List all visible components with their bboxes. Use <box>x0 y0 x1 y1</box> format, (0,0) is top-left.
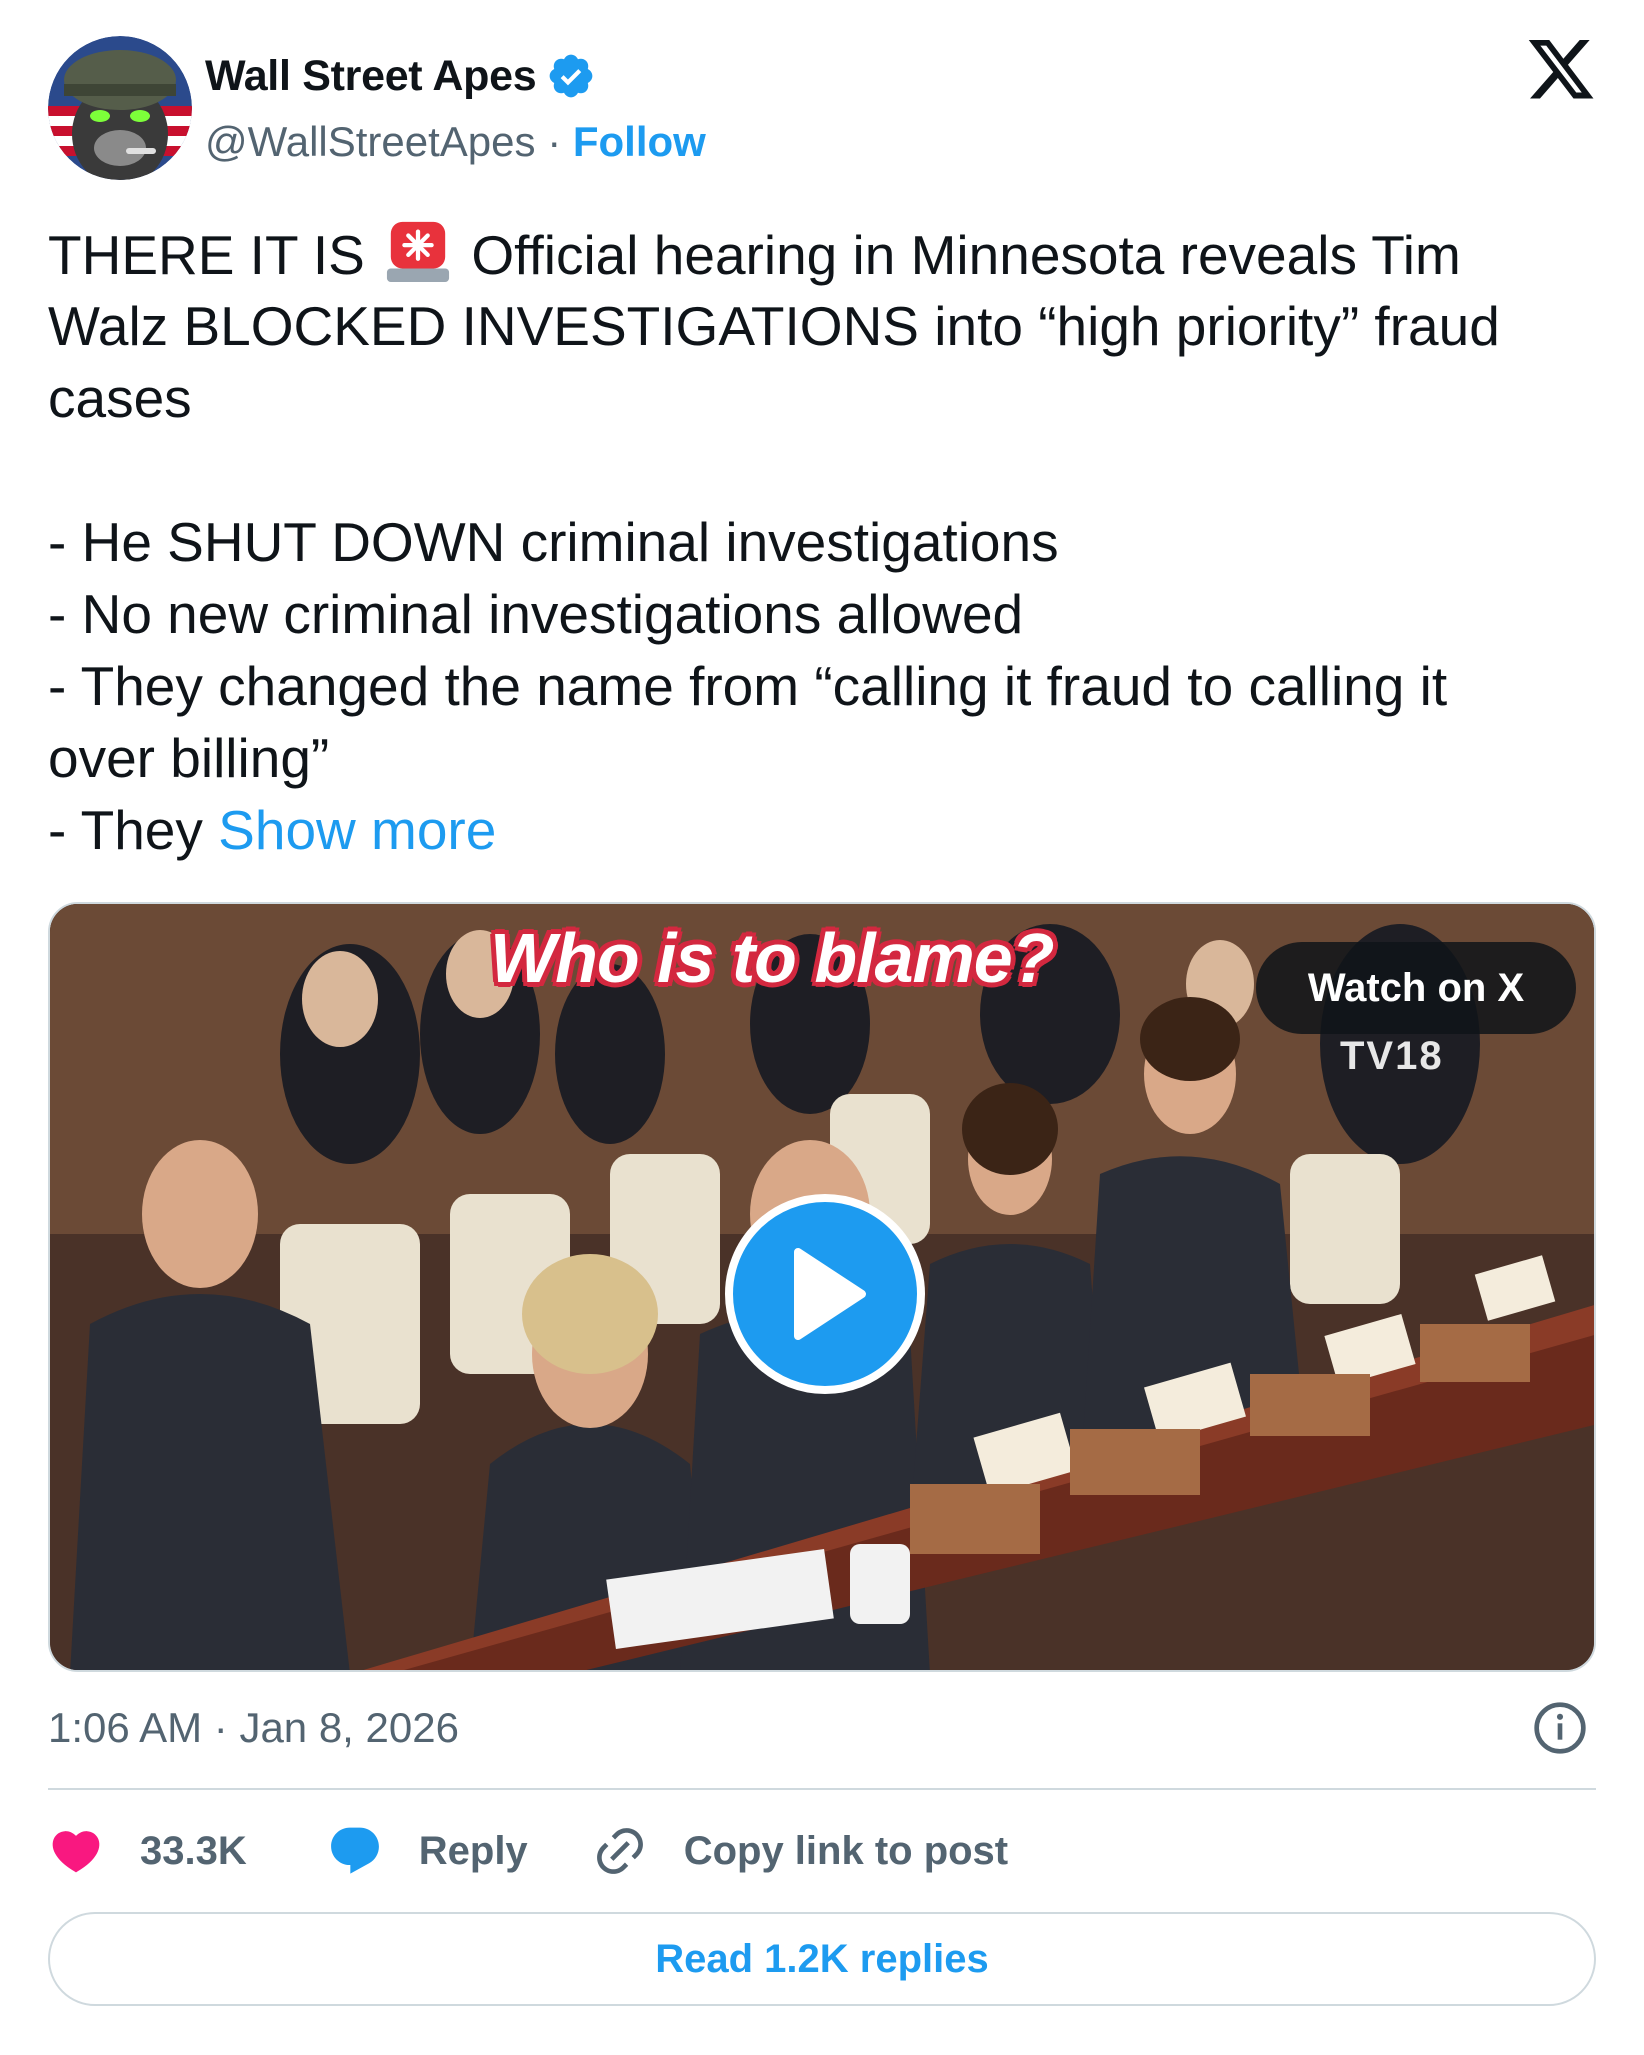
tweet-line-text: THERE IT IS <box>48 224 381 286</box>
watch-on-x-button[interactable]: Watch on X <box>1256 942 1576 1034</box>
avatar-image <box>48 36 192 180</box>
read-replies-button[interactable]: Read 1.2K replies <box>48 1912 1596 2006</box>
timestamp[interactable]: 1:06 AM · Jan 8, 2026 <box>48 1700 459 1756</box>
follow-button[interactable]: Follow <box>573 118 706 165</box>
post-time[interactable]: 1:06 AM <box>48 1704 202 1751</box>
reply-label[interactable]: Reply <box>419 1829 528 1874</box>
action-bar: 33.3K Reply Copy link to post <box>48 1814 1008 1888</box>
tweet-line: THERE IT IS Official hearing in Minnesot… <box>48 218 1608 290</box>
author-name[interactable]: Wall Street Apes <box>205 48 537 104</box>
separator: · <box>213 1704 240 1751</box>
tweet-line: - They changed the name from “calling it… <box>48 655 1448 717</box>
separator: · <box>547 118 573 165</box>
play-button[interactable] <box>725 1194 925 1394</box>
channel-logo: TV18 <box>1340 1034 1444 1078</box>
author-name-row[interactable]: Wall Street Apes <box>205 48 596 104</box>
reply-bubble-icon <box>330 1827 379 1874</box>
video-overlay-title: Who is to blame? <box>490 919 1054 997</box>
post-date[interactable]: Jan 8, 2026 <box>239 1704 459 1751</box>
tweet-line: Walz BLOCKED INVESTIGATIONS into “high p… <box>48 295 1500 357</box>
tweet-line: over billing” <box>48 727 330 789</box>
link-icon <box>596 1828 643 1874</box>
copy-link-button[interactable]: Copy link to post <box>592 1823 1008 1879</box>
x-logo-icon[interactable] <box>1525 40 1597 106</box>
tweet-line-text: Official hearing in Minnesota reveals Ti… <box>456 224 1461 286</box>
tweet-line: - They Show more <box>48 794 1608 866</box>
tweet-line: - He SHUT DOWN criminal investigations <box>48 511 1059 573</box>
like-button[interactable]: 33.3K <box>48 1823 327 1879</box>
siren-emoji-icon <box>387 221 450 283</box>
info-icon[interactable] <box>1532 1700 1588 1756</box>
copy-link-label[interactable]: Copy link to post <box>684 1829 1008 1874</box>
avatar[interactable] <box>48 36 192 180</box>
tweet-embed-card: Wall Street Apes @WallStreetApes · Follo… <box>0 0 1644 2055</box>
play-icon <box>794 1248 866 1340</box>
video-player[interactable]: Who is to blame? Watch on X TV18 <box>48 902 1596 1672</box>
author-handle-row: @WallStreetApes · Follow <box>205 114 706 170</box>
tweet-line: - No new criminal investigations allowed <box>48 583 1024 645</box>
tweet-line-text: - They <box>48 799 203 861</box>
divider <box>48 1788 1596 1790</box>
tweet-line: cases <box>48 367 192 429</box>
verified-badge-icon <box>549 54 593 98</box>
like-count[interactable]: 33.3K <box>140 1829 247 1874</box>
reply-button[interactable]: Reply <box>327 1823 592 1879</box>
heart-icon <box>52 1831 100 1873</box>
tweet-text: THERE IT IS Official hearing in Minnesot… <box>48 218 1608 866</box>
author-handle[interactable]: @WallStreetApes <box>205 118 536 165</box>
show-more-link[interactable]: Show more <box>218 799 496 861</box>
